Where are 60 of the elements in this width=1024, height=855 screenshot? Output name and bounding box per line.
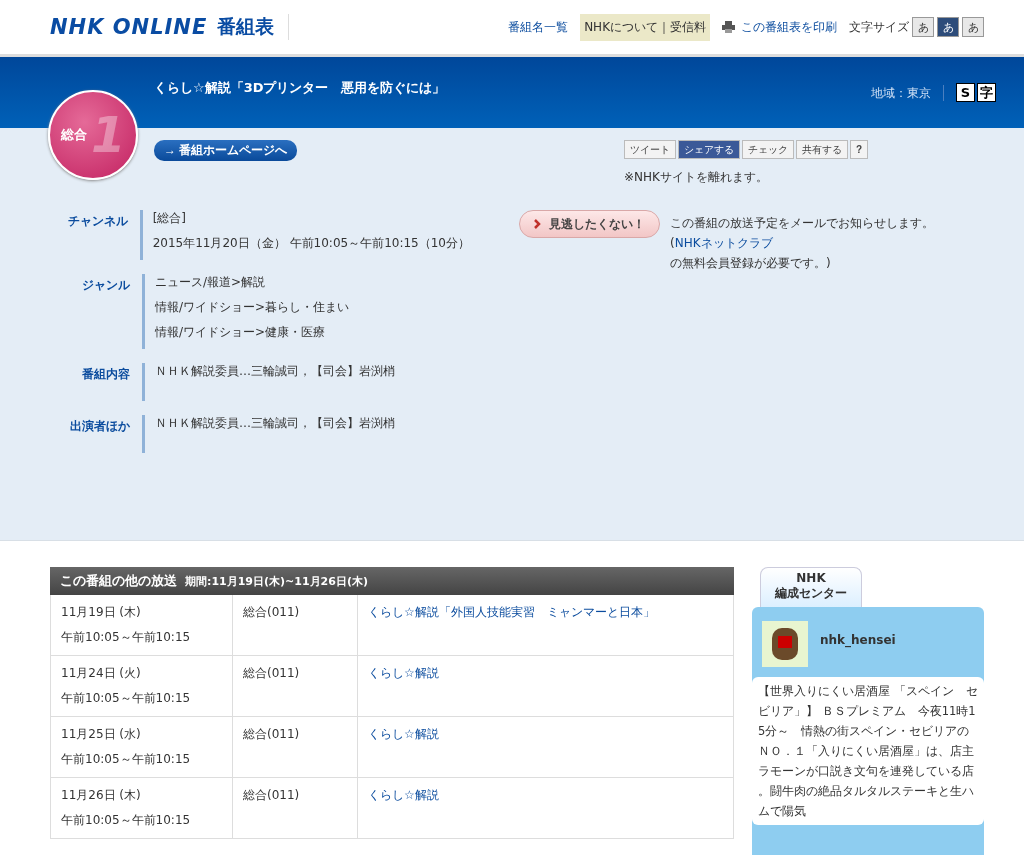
channel-badge-label: 総合 [61, 126, 87, 144]
table-period: 期間:11月19日(木)~11月26日(木) [185, 573, 368, 589]
broadcast-time: 午前10:05～午前10:15 [61, 690, 192, 707]
account-name[interactable]: nhk_hensei [820, 633, 896, 647]
detail-text: 情報/ワイドショー>健康・医療 [155, 324, 327, 341]
program-link[interactable]: くらし☆解説 [368, 787, 723, 804]
program-title: くらし☆解説「3Dプリンター 悪用を防ぐには」 [154, 79, 446, 97]
broadcast-time: 午前10:05～午前10:15 [61, 751, 192, 768]
broadcast-date: 11月26日 (木) [61, 787, 142, 804]
broadcast-date: 11月19日 (木) [61, 604, 142, 621]
chevron-icon [534, 219, 541, 229]
broadcast-time: 午前10:05～午前10:15 [61, 629, 192, 646]
detail-label: 番組内容 [81, 366, 131, 383]
broadcast-channel: 総合(011) [243, 726, 301, 743]
share-button[interactable]: チェック [742, 140, 794, 159]
avatar-placeholder [762, 621, 808, 667]
font-size-button[interactable]: あ [912, 17, 934, 37]
broadcast-date: 11月25日 (水) [61, 726, 142, 743]
detail-label: チャンネル [66, 213, 129, 230]
table-title: この番組の他の放送 [60, 572, 177, 590]
channel-badge-number: 1 [91, 106, 126, 164]
tweet-text: 【世界入りにくい居酒屋 「スペイン セビリア」】 ＢＳプレミアム 今夜11時15分～ 情熱の街スペイン・セビリアのＮＯ．１「入りにくい居酒屋」は、店主ラモーンが口説き文句を連発している店。闘牛肉の絶品タルタルステーキと生ハムで陽気 [752, 677, 984, 825]
caption-icon: 字 [977, 83, 996, 102]
site-logo[interactable]: NHK ONLINE [50, 15, 208, 39]
detail-label: 出演者ほか [69, 418, 131, 435]
share-button[interactable]: ツイート [624, 140, 676, 159]
nav-link[interactable]: 番組名一覧 [508, 18, 569, 36]
share-button[interactable]: 共有する [796, 140, 848, 159]
broadcast-channel: 総合(011) [243, 787, 301, 804]
external-site-note: ※NHKサイトを離れます。 [624, 169, 769, 186]
detail-text: ニュース/報道>解説 [155, 274, 267, 291]
detail-text: ＮＨＫ解説委員…三輪誠司，【司会】岩渕梢 [155, 363, 396, 380]
program-link[interactable]: くらし☆解説 [368, 665, 723, 682]
broadcast-channel: 総合(011) [243, 604, 301, 621]
font-size-button[interactable]: あ [962, 17, 984, 37]
share-button[interactable]: ? [850, 140, 869, 159]
detail-text: 2015年11月20日（金） 午前10:05～午前10:15（10分） [152, 235, 470, 252]
share-button[interactable]: シェアする [678, 140, 740, 159]
program-link[interactable]: くらし☆解説 [368, 726, 723, 743]
detail-text: 情報/ワイドショー>暮らし・住まい [155, 299, 351, 316]
netclub-link[interactable]: NHKネットクラブ [674, 236, 773, 250]
font-size-label: 文字サイズ [849, 18, 909, 36]
font-size-button[interactable]: あ [937, 17, 959, 37]
detail-text: ＮＨＫ解説委員…三輪誠司，【司会】岩渕梢 [155, 415, 396, 432]
print-link[interactable]: この番組表を印刷 [741, 18, 837, 36]
reminder-text: この番組の放送予定をメールでお知らせします。(NHKネットクラブ の無料会員登録が必要です。) [670, 215, 935, 272]
region-label: 地域：東京 [871, 85, 944, 101]
site-section-title: 番組表 [217, 14, 290, 40]
broadcast-date: 11月24日 (火) [61, 665, 142, 682]
broadcast-channel: 総合(011) [243, 665, 301, 682]
detail-text: [総合] [152, 210, 188, 227]
printer-icon [722, 21, 735, 33]
reminder-button[interactable]: 見逃したくない！ [519, 210, 660, 238]
program-homepage-button[interactable]: → 番組ホームページへ [154, 140, 298, 161]
caption-icon: S [956, 83, 975, 102]
sidebar-tab[interactable]: NHK 編成センター [760, 567, 862, 607]
broadcast-time: 午前10:05～午前10:15 [61, 812, 192, 829]
program-link[interactable]: くらし☆解説「外国人技能実習 ミャンマーと日本」 [368, 604, 723, 621]
nav-link[interactable]: NHKについて｜受信料 [580, 13, 710, 41]
detail-label: ジャンル [81, 277, 131, 294]
